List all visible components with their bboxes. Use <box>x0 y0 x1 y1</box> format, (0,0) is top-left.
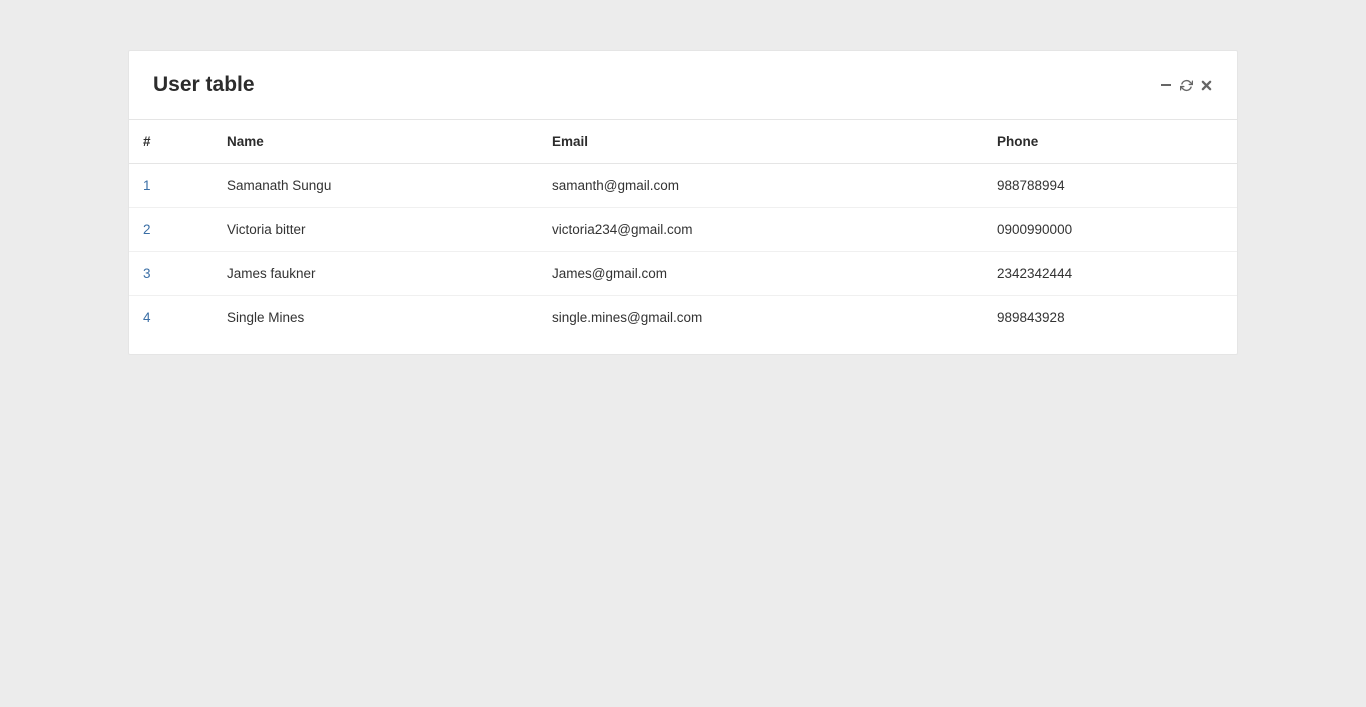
table-header-row: # Name Email Phone <box>129 120 1237 164</box>
row-index-link[interactable]: 4 <box>143 310 151 325</box>
cell-email: single.mines@gmail.com <box>538 296 983 340</box>
cell-index: 4 <box>129 296 213 340</box>
panel-controls <box>1159 78 1213 92</box>
minimize-icon[interactable] <box>1159 78 1173 92</box>
close-icon[interactable] <box>1199 78 1213 92</box>
panel-title: User table <box>153 73 255 97</box>
cell-index: 2 <box>129 208 213 252</box>
cell-name: Single Mines <box>213 296 538 340</box>
col-header-name: Name <box>213 120 538 164</box>
cell-phone: 2342342444 <box>983 252 1237 296</box>
cell-name: Samanath Sungu <box>213 164 538 208</box>
cell-phone: 989843928 <box>983 296 1237 340</box>
row-index-link[interactable]: 3 <box>143 266 151 281</box>
panel-header: User table <box>129 51 1237 120</box>
table-row: 4 Single Minessingle.mines@gmail.com98984… <box>129 296 1237 340</box>
cell-index: 3 <box>129 252 213 296</box>
row-index-link[interactable]: 1 <box>143 178 151 193</box>
cell-email: samanth@gmail.com <box>538 164 983 208</box>
user-table-panel: User table # <box>128 50 1238 355</box>
table-row: 3 James fauknerJames@gmail.com2342342444 <box>129 252 1237 296</box>
cell-phone: 988788994 <box>983 164 1237 208</box>
panel-body: # Name Email Phone 1 Samanath Sungusamant… <box>129 120 1237 354</box>
cell-name: James faukner <box>213 252 538 296</box>
cell-name: Victoria bitter <box>213 208 538 252</box>
col-header-index: # <box>129 120 213 164</box>
col-header-phone: Phone <box>983 120 1237 164</box>
cell-phone: 0900990000 <box>983 208 1237 252</box>
refresh-icon[interactable] <box>1179 78 1193 92</box>
table-row: 2 Victoria bittervictoria234@gmail.com090… <box>129 208 1237 252</box>
cell-email: victoria234@gmail.com <box>538 208 983 252</box>
user-table: # Name Email Phone 1 Samanath Sungusamant… <box>129 120 1237 339</box>
col-header-email: Email <box>538 120 983 164</box>
cell-index: 1 <box>129 164 213 208</box>
cell-email: James@gmail.com <box>538 252 983 296</box>
table-row: 1 Samanath Sungusamanth@gmail.com98878899… <box>129 164 1237 208</box>
row-index-link[interactable]: 2 <box>143 222 151 237</box>
